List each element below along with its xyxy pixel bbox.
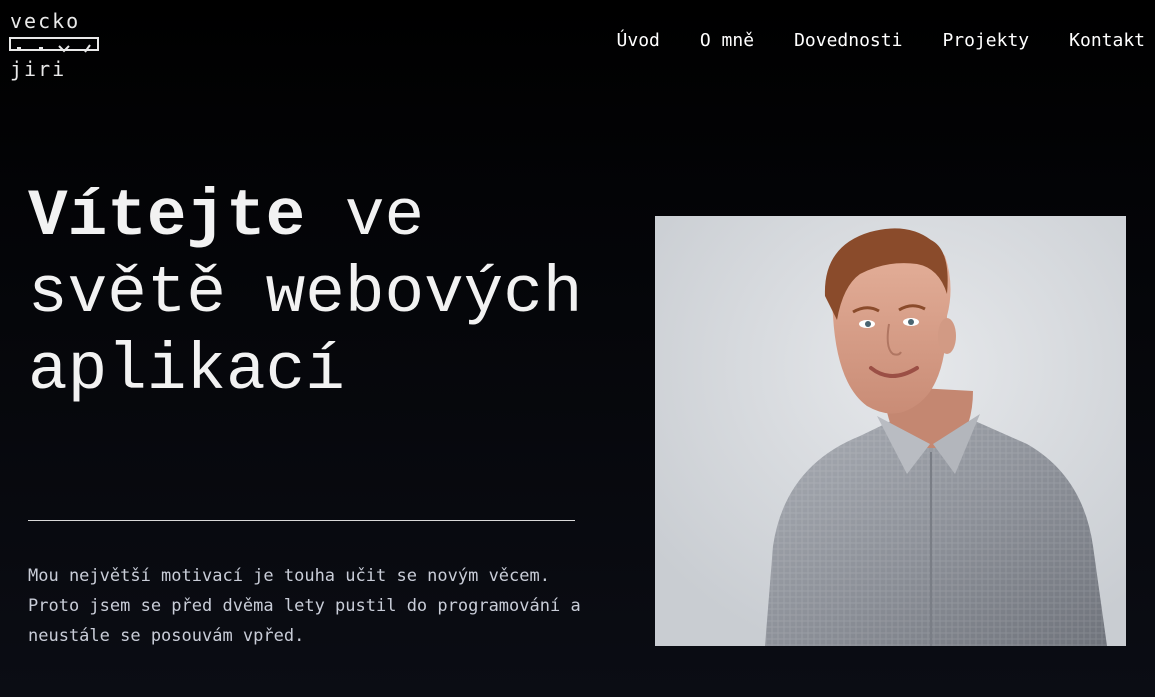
nav-link-kontakt[interactable]: Kontakt: [1069, 29, 1145, 53]
nav-link-o-mne[interactable]: O mně: [700, 29, 754, 53]
logo-marks-icon: [17, 44, 91, 53]
logo-bottom-word: jiri: [10, 57, 67, 81]
hero-description: Mou největší motivací je touha učit se n…: [28, 566, 581, 646]
hero-title-highlight: Vítejte: [28, 179, 306, 254]
site-logo[interactable]: vecko jiri: [8, 9, 102, 81]
main-navigation: Úvod O mně Dovednosti Projekty Kontakt: [617, 29, 1145, 53]
nav-link-uvod[interactable]: Úvod: [617, 29, 660, 53]
profile-photo: [655, 216, 1126, 646]
person-portrait-icon: [655, 216, 1126, 646]
logo-bar: [9, 37, 99, 53]
nav-link-projekty[interactable]: Projekty: [942, 29, 1029, 53]
logo-top-word: vecko: [10, 9, 81, 33]
hero-divider: [28, 520, 575, 521]
nav-link-dovednosti[interactable]: Dovednosti: [794, 29, 902, 53]
hero-title: Vítejte ve světě webových aplikací: [28, 178, 618, 409]
